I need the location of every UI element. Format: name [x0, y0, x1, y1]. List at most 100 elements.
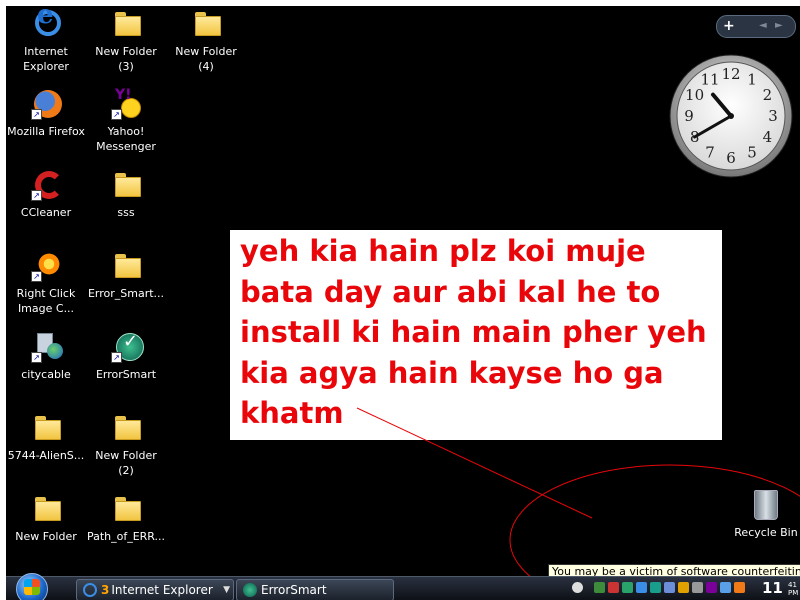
recycle-bin-icon	[754, 490, 778, 520]
desktop-icon-new-folder-3[interactable]: New Folder (3)	[86, 8, 166, 74]
desktop-icon-errorsmart[interactable]: ✓ ↗ ErrorSmart	[86, 331, 166, 382]
icon-label: sss	[117, 206, 135, 219]
icon-label: Path_of_ERR...	[86, 530, 166, 543]
desktop-icon-sss[interactable]: sss	[86, 169, 166, 220]
tray-monitor-icon[interactable]	[636, 582, 647, 593]
clock-numeral: 4	[763, 128, 773, 146]
desktop-icon-ccleaner[interactable]: ↗ CCleaner	[6, 169, 86, 220]
clock-numeral: 5	[747, 143, 757, 161]
tray-warning-icon[interactable]	[608, 582, 619, 593]
errorsmart-icon: ✓ ↗	[109, 331, 144, 365]
clock-numeral: 9	[684, 107, 694, 125]
clock-numeral: 2	[763, 86, 773, 104]
desktop-icon-internet-explorer[interactable]: e Internet Explorer	[6, 2, 86, 74]
clock-numeral: 1	[747, 71, 757, 89]
yahoo-messenger-icon: Y! ↗	[109, 88, 143, 122]
desktop-icon-path-of-err[interactable]: Path_of_ERR...	[86, 493, 166, 544]
taskbar-button-internet-explorer[interactable]: 3 Internet Explorer ▼	[76, 579, 234, 600]
desktop-icon-new-folder-4[interactable]: New Folder (4)	[166, 8, 246, 74]
desktop-icon-mozilla-firefox[interactable]: ↗ Mozilla Firefox	[6, 88, 86, 139]
shortcut-arrow-icon: ↗	[31, 109, 42, 120]
shortcut-arrow-icon: ↗	[111, 109, 122, 120]
taskbar-clock[interactable]: 11	[762, 578, 783, 598]
tray-expand-icon[interactable]	[572, 582, 583, 593]
icon-label: Yahoo! Messenger	[96, 125, 156, 153]
annotation-note: yeh kia hain plz koi muje bata day aur a…	[230, 230, 722, 440]
desktop-icon-alien-folder[interactable]: 5744-AlienS...	[6, 412, 86, 463]
errorsmart-icon	[243, 583, 257, 597]
gadget-toolbar: + ◄ ►	[716, 15, 796, 38]
clock-center-pin	[728, 113, 734, 119]
tray-app-icon[interactable]	[650, 582, 661, 593]
taskbar-button-errorsmart[interactable]: ErrorSmart	[236, 579, 394, 600]
icon-label: Error_Smart...	[87, 287, 165, 300]
desktop-icon-yahoo-messenger[interactable]: Y! ↗ Yahoo! Messenger	[86, 88, 166, 154]
icon-label: Recycle Bin	[734, 526, 798, 539]
folder-icon	[109, 169, 143, 203]
internet-explorer-icon	[83, 583, 97, 597]
clock-numeral: 6	[726, 149, 736, 167]
tray-volume-icon[interactable]	[692, 582, 703, 593]
folder-icon	[29, 493, 63, 527]
next-gadget-button[interactable]: ►	[775, 17, 783, 35]
window-count: 3	[101, 583, 110, 597]
folder-icon	[109, 8, 143, 42]
internet-explorer-icon: e	[29, 2, 63, 42]
add-gadget-button[interactable]: +	[723, 17, 735, 35]
clock-numeral: 3	[768, 107, 778, 125]
shortcut-arrow-icon: ↗	[111, 352, 122, 363]
shortcut-arrow-icon: ↗	[31, 190, 42, 201]
desktop-icon-new-folder-2[interactable]: New Folder (2)	[86, 412, 166, 478]
windows-logo-icon	[24, 579, 40, 595]
taskbar-button-label: Internet Explorer	[111, 583, 213, 597]
network-globe-icon: ↗	[29, 331, 63, 365]
desktop-icon-new-folder[interactable]: New Folder	[6, 493, 86, 544]
shortcut-arrow-icon: ↗	[31, 271, 42, 282]
desktop-icon-recycle-bin[interactable]: Recycle Bin	[731, 490, 800, 539]
right-click-image-icon: ↗	[29, 250, 63, 284]
icon-label: Mozilla Firefox	[7, 125, 85, 138]
tray-shield-icon[interactable]	[678, 582, 689, 593]
taskbar-button-label: ErrorSmart	[261, 583, 327, 597]
tray-messenger-icon[interactable]	[706, 582, 717, 593]
clock-gadget[interactable]: 121234567891011	[668, 53, 794, 179]
taskbar-clock-suffix: 41 PM	[788, 581, 799, 597]
icon-label: Right Click Image C...	[16, 287, 76, 315]
folder-icon	[109, 250, 143, 284]
desktop-icon-right-click-image[interactable]: ↗ Right Click Image C...	[6, 250, 86, 316]
clock-numeral: 10	[685, 86, 704, 104]
desktop-icon-error-smart-folder[interactable]: Error_Smart...	[86, 250, 166, 301]
folder-icon	[29, 412, 63, 446]
dropdown-arrow-icon: ▼	[223, 585, 230, 595]
start-button[interactable]	[16, 573, 48, 600]
icon-label: New Folder (4)	[175, 45, 237, 73]
folder-icon	[109, 412, 143, 446]
ccleaner-icon: ↗	[29, 169, 63, 203]
tray-cleaner-icon[interactable]	[720, 582, 731, 593]
desktop: e Internet Explorer ↗ Mozilla Firefox ↗ …	[0, 0, 800, 600]
shortcut-arrow-icon: ↗	[31, 352, 42, 363]
desktop-icon-citycable[interactable]: ↗ citycable	[6, 331, 86, 382]
clock-numeral: 12	[721, 65, 740, 83]
icon-label: New Folder (2)	[95, 449, 157, 477]
clock-numeral: 7	[705, 143, 715, 161]
taskbar: 3 Internet Explorer ▼ ErrorSmart 11 41 PM	[6, 573, 800, 600]
icon-label: ErrorSmart	[95, 368, 157, 381]
folder-icon	[109, 493, 143, 527]
tray-errorsmart-icon[interactable]	[622, 582, 633, 593]
firefox-icon: ↗	[29, 88, 63, 122]
folder-icon	[189, 8, 223, 42]
icon-label: Internet Explorer	[23, 45, 69, 73]
tray-display-icon[interactable]	[664, 582, 675, 593]
icon-label: New Folder	[15, 530, 77, 543]
prev-gadget-button[interactable]: ◄	[759, 17, 767, 35]
annotation-text: yeh kia hain plz koi muje bata day aur a…	[240, 234, 707, 430]
system-tray: 11 41 PM	[572, 579, 800, 599]
tray-alert-icon[interactable]	[734, 582, 745, 593]
icon-label: CCleaner	[20, 206, 72, 219]
clock-numeral: 11	[700, 71, 719, 89]
icon-label: citycable	[21, 368, 71, 381]
icon-label: New Folder (3)	[95, 45, 157, 73]
icon-label: 5744-AlienS...	[7, 449, 85, 462]
tray-network-icon[interactable]	[594, 582, 605, 593]
